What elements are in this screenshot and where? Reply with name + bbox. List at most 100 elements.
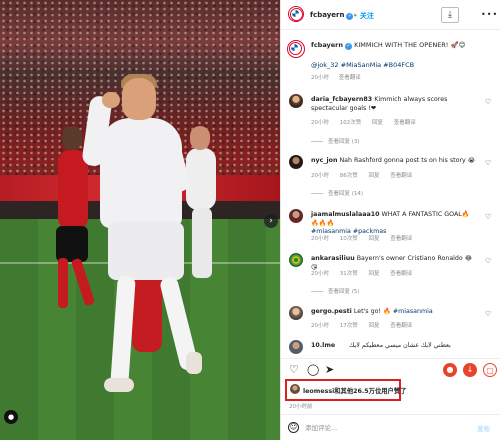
like-comment-heart-icon[interactable]: ♡ (485, 310, 491, 318)
comment-time: 20小时 (311, 323, 329, 329)
caption-time: 20小时 (311, 75, 329, 81)
caption-username[interactable]: fcbayern (311, 41, 343, 49)
comment-meta: 20小时 10次赞 回复 查看翻译 (311, 234, 421, 242)
view-replies-link[interactable]: 查看回复 (5) (311, 287, 360, 295)
likes-summary-text[interactable]: leomessi和其他26.5万位用户赞了 (303, 386, 406, 395)
account-username[interactable]: fcbayern ✓ (310, 11, 354, 20)
commenter-avatar[interactable] (289, 306, 303, 320)
record-icon[interactable]: ● (443, 363, 457, 377)
commenter-username[interactable]: 10.lme (311, 342, 335, 349)
save-bookmark-icon[interactable]: ▢ (483, 363, 497, 377)
commenter-username[interactable]: ankarasiliuu (311, 255, 355, 262)
comment-likes[interactable]: 86次赞 (340, 173, 358, 179)
emoji-smiley-icon[interactable]: ☺ (288, 422, 299, 433)
account-avatar[interactable] (288, 6, 304, 22)
comment-reply-button[interactable]: 回复 (369, 236, 380, 242)
post-date: 20小时前 (289, 404, 313, 410)
comment-body: Nah Rashford gonna post ts on his story … (339, 157, 476, 164)
comment-time: 20小时 (311, 236, 329, 242)
follow-label[interactable]: 关注 (360, 12, 374, 20)
opponent-player-leg (58, 258, 68, 308)
commenter-avatar[interactable] (289, 340, 303, 354)
caption-tags[interactable]: @jok_32 #MiaSanMia #B04FCB (311, 61, 414, 69)
comment-likes[interactable]: 31次赞 (340, 271, 358, 277)
tag-user-icon[interactable]: ● (4, 410, 18, 424)
main-player-boot (186, 352, 202, 374)
opponent-player-shorts (56, 226, 88, 262)
comment-bubble-icon[interactable]: ◯ (307, 364, 319, 376)
caption-body: KIMMICH WITH THE OPENER! 🚀😊 (354, 41, 466, 49)
opponent-player (58, 150, 88, 230)
background-player-head (190, 126, 210, 150)
main-player-boot (104, 378, 134, 392)
like-comment-heart-icon[interactable]: ♡ (485, 213, 491, 221)
share-send-icon[interactable]: ➤ (325, 364, 334, 376)
main-player-hand (102, 92, 120, 108)
comment-body: Let's go! 🔥 (353, 308, 391, 315)
main-player-head (122, 78, 156, 120)
liker-avatar[interactable] (290, 384, 300, 394)
like-heart-icon[interactable]: ♡ (289, 364, 299, 376)
follow-button[interactable]: • 关注 (353, 11, 374, 21)
dot-separator: • (353, 12, 360, 20)
comment-meta: 20小时 102次赞 回复 查看翻译 (311, 118, 425, 126)
commenter-username[interactable]: gergo.pesti (311, 308, 352, 315)
comment-reply-button[interactable]: 回复 (369, 173, 380, 179)
post-comment-button[interactable]: 发布 (477, 423, 490, 433)
comment-translate-link[interactable]: 查看翻译 (390, 271, 412, 277)
comment-time: 20小时 (311, 173, 329, 179)
comment-text: gergo.pesti Let's go! 🔥 #miasanmia (311, 308, 476, 317)
comment-translate-link[interactable]: 查看翻译 (390, 173, 412, 179)
comment-reply-button[interactable]: 回复 (369, 323, 380, 329)
comment-time: 20小时 (311, 120, 329, 126)
caption-translate-link[interactable]: 查看翻译 (339, 75, 361, 81)
commenter-username[interactable]: jaamalmuslalaaa10 (311, 211, 380, 218)
comment-time: 20小时 (311, 271, 329, 277)
comment-composer: ☺ 发布 (281, 414, 500, 440)
view-replies-link[interactable]: 查看回复 (3) (311, 137, 360, 145)
comment-hashtags[interactable]: #miasanmia (393, 308, 433, 315)
comment-text: 10.lme بعطني لايك عشان ميسي معطيكم لايك (311, 342, 476, 351)
commenter-username[interactable]: nyc_jon (311, 157, 337, 164)
view-replies-link[interactable]: 查看回复 (14) (311, 189, 363, 197)
comment-translate-link[interactable]: 查看翻译 (390, 323, 412, 329)
main-player-shorts (108, 222, 184, 280)
comment-meta: 20小时 31次赞 回复 查看翻译 (311, 269, 421, 277)
comment-likes[interactable]: 10次赞 (340, 236, 358, 242)
comment-likes[interactable]: 102次赞 (340, 120, 362, 126)
comment-text: nyc_jon Nah Rashford gonna post ts on hi… (311, 157, 476, 166)
comment-translate-link[interactable]: 查看翻译 (390, 236, 412, 242)
download-arrow-icon[interactable]: ↓ (463, 363, 477, 377)
commenter-avatar[interactable] (289, 94, 303, 108)
comment-likes[interactable]: 17次赞 (340, 323, 358, 329)
comment-text: daria_fcbayern83 Kimmich always scores s… (311, 96, 476, 113)
caption-text: fcbayern ✓ KIMMICH WITH THE OPENER! 🚀😊 (311, 41, 495, 50)
commenter-username[interactable]: daria_fcbayern83 (311, 96, 372, 103)
next-slide-chevron-icon[interactable]: › (264, 214, 278, 228)
post-photo[interactable]: › ● (0, 0, 280, 440)
comment-translate-link[interactable]: 查看翻译 (394, 120, 416, 126)
commenter-avatar[interactable] (289, 209, 303, 223)
commenter-avatar[interactable] (289, 155, 303, 169)
comment-reply-button[interactable]: 回复 (369, 271, 380, 277)
like-comment-heart-icon[interactable]: ♡ (485, 159, 491, 167)
more-options-icon[interactable]: ••• (481, 10, 498, 19)
background-player-legs (192, 208, 212, 278)
comment-body: بعطني لايك عشان ميسي معطيكم لايك (349, 342, 451, 349)
caption-meta: 20小时 查看翻译 (311, 73, 369, 81)
download-icon[interactable]: ⤓ (441, 7, 459, 23)
background-player (186, 148, 216, 210)
post-header: fcbayern ✓ • 关注 ⤓ ••• (281, 0, 500, 30)
comment-input[interactable] (305, 420, 455, 435)
comment-reply-button[interactable]: 回复 (372, 120, 383, 126)
commenter-avatar[interactable] (289, 253, 303, 267)
like-comment-heart-icon[interactable]: ♡ (485, 257, 491, 265)
like-comment-heart-icon[interactable]: ♡ (485, 98, 491, 106)
account-username-text[interactable]: fcbayern (310, 11, 344, 19)
comment-text: jaamalmuslalaaa10 WHAT A FANTASTIC GOAL🔥… (311, 211, 476, 237)
caption-avatar[interactable] (287, 40, 305, 58)
likes-summary[interactable]: leomessi和其他26.5万位用户赞了 (285, 379, 406, 401)
post-panel: fcbayern ✓ • 关注 ⤓ ••• fcbayern ✓ KIMMICH W… (280, 0, 500, 440)
comment-meta: 20小时 17次赞 回复 查看翻译 (311, 321, 421, 329)
verified-icon: ✓ (345, 43, 352, 50)
